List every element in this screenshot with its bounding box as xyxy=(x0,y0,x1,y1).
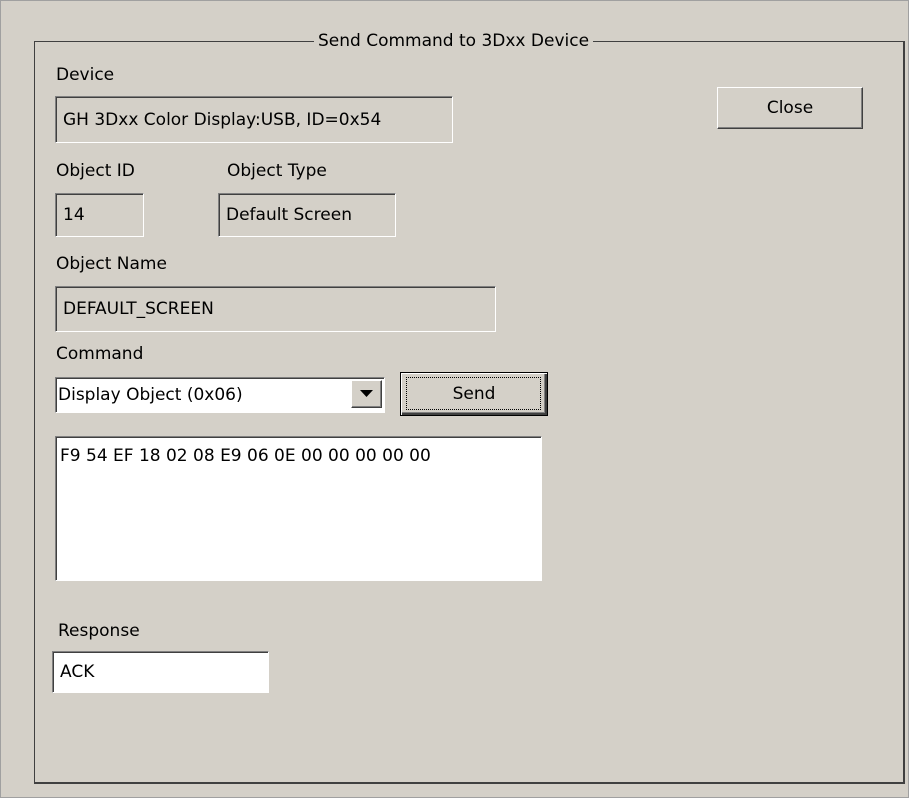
object-name-value: DEFAULT_SCREEN xyxy=(63,299,214,319)
object-type-field: Default Screen xyxy=(218,193,396,237)
device-value: GH 3Dxx Color Display:USB, ID=0x54 xyxy=(63,109,382,130)
send-command-dialog: Send Command to 3Dxx Device Device GH 3D… xyxy=(0,0,909,798)
response-label: Response xyxy=(58,621,140,641)
command-label: Command xyxy=(56,344,144,364)
command-selected-value: Display Object (0x06) xyxy=(58,385,243,405)
command-bytes-textarea[interactable]: F9 54 EF 18 02 08 E9 06 0E 00 00 00 00 0… xyxy=(55,436,542,581)
send-button[interactable]: Send xyxy=(400,372,548,416)
object-id-label: Object ID xyxy=(56,161,135,181)
command-select[interactable]: Display Object (0x06) xyxy=(55,377,385,413)
response-value: ACK xyxy=(60,662,95,682)
object-type-value: Default Screen xyxy=(226,205,352,225)
send-button-label: Send xyxy=(452,384,496,404)
object-id-value: 14 xyxy=(63,205,85,225)
response-field: ACK xyxy=(52,651,269,693)
close-button[interactable]: Close xyxy=(717,87,863,129)
object-name-label: Object Name xyxy=(56,254,167,274)
device-label: Device xyxy=(56,65,115,85)
dialog-title: Send Command to 3Dxx Device xyxy=(314,30,594,52)
object-type-label: Object Type xyxy=(227,161,327,181)
object-id-field: 14 xyxy=(55,193,144,237)
device-field: GH 3Dxx Color Display:USB, ID=0x54 xyxy=(55,96,453,143)
object-name-field: DEFAULT_SCREEN xyxy=(55,286,496,332)
chevron-down-icon[interactable] xyxy=(351,380,382,408)
